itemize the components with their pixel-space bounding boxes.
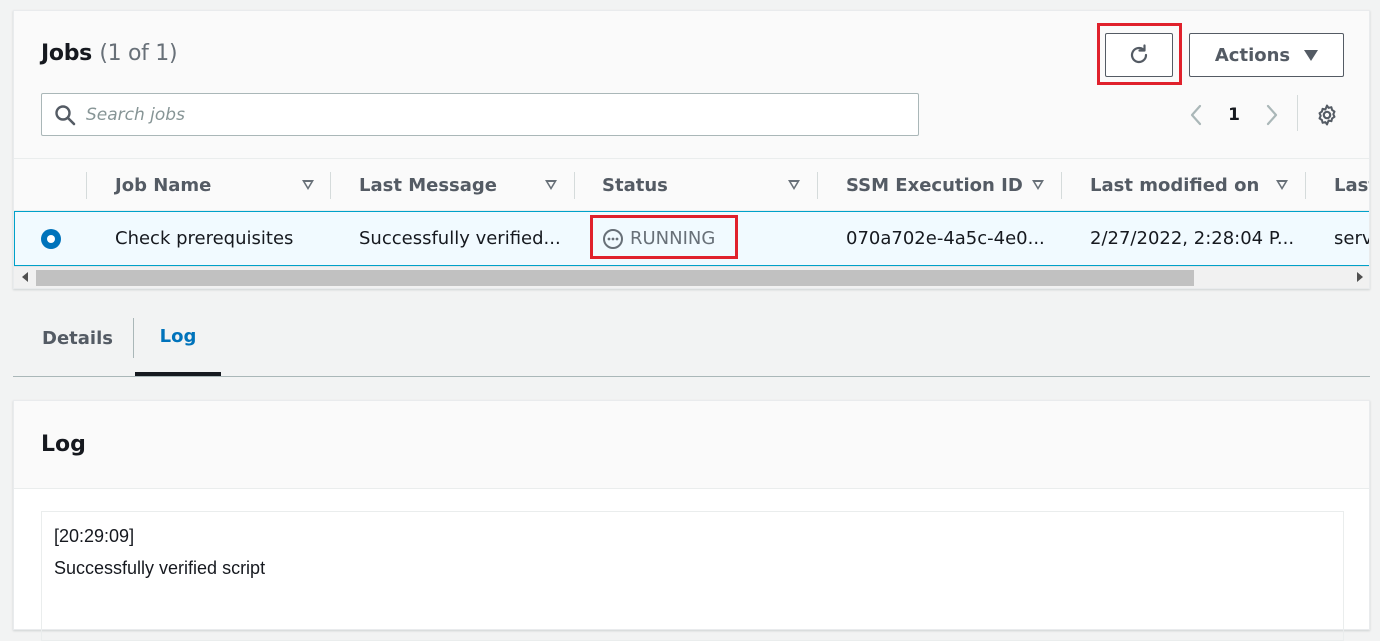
search-box[interactable] [41, 93, 919, 136]
column-header-label: Last modified on [1090, 175, 1260, 196]
tab-log[interactable]: Log [135, 300, 221, 376]
column-header-label: Job Name [115, 175, 212, 196]
gear-icon [1318, 104, 1336, 126]
jobs-panel: Jobs (1 of 1) Actions 1 [13, 10, 1370, 289]
column-separator [817, 172, 818, 199]
column-header-label: Status [602, 175, 668, 196]
column-header-label: Last Message [359, 175, 497, 196]
column-header-label: Last [1334, 175, 1369, 196]
sort-icon[interactable] [545, 180, 557, 190]
jobs-count: (1 of 1) [99, 41, 178, 66]
caret-down-icon [1304, 49, 1319, 61]
cell-ssm-execution-id: 070a702e-4a5c-4e0... [846, 228, 1045, 249]
column-separator [1305, 172, 1306, 199]
tabs: Details Log [13, 300, 1370, 377]
column-header-label: SSM Execution ID [846, 175, 1023, 196]
jobs-title-text: Jobs [41, 41, 92, 66]
horizontal-scrollbar[interactable] [14, 266, 1369, 288]
column-header-last[interactable]: Last [1334, 159, 1369, 212]
cell-status: RUNNING [602, 212, 812, 265]
actions-button[interactable]: Actions [1189, 33, 1344, 77]
table-header: Job Name Last Message Status SSM Executi… [14, 158, 1369, 212]
sort-icon[interactable] [1276, 180, 1288, 190]
column-header-status[interactable]: Status [602, 159, 818, 212]
cell-last-modified-on: 2/27/2022, 2:28:04 P... [1090, 228, 1295, 249]
row-select-radio[interactable] [41, 229, 61, 249]
log-line-message: Successfully verified script [54, 558, 266, 578]
column-header-last-message[interactable]: Last Message [359, 159, 575, 212]
column-separator [330, 172, 331, 199]
cell-last: serv [1334, 228, 1370, 249]
column-separator [1061, 172, 1062, 199]
jobs-title: Jobs (1 of 1) [41, 41, 178, 66]
sort-icon[interactable] [302, 180, 314, 190]
table-row[interactable]: Check prerequisites Successfully verifie… [14, 211, 1370, 266]
actions-label: Actions [1214, 44, 1291, 66]
refresh-icon [1130, 44, 1148, 64]
sort-icon[interactable] [788, 180, 800, 190]
log-title: Log [14, 401, 1369, 489]
column-header-ssm-execution-id[interactable]: SSM Execution ID [846, 159, 1062, 212]
scroll-left-arrow[interactable] [22, 272, 28, 282]
column-header-job-name[interactable]: Job Name [115, 159, 332, 212]
status-running-icon [603, 228, 623, 249]
log-content: [20:29:09] Successfully verified script [41, 511, 1344, 641]
chevron-left-icon [1190, 104, 1202, 126]
cell-last-message: Successfully verified... [359, 228, 561, 249]
tab-details[interactable]: Details [42, 300, 113, 376]
scroll-right-arrow[interactable] [1357, 272, 1363, 282]
pagination-prev-button[interactable] [1182, 99, 1210, 131]
pagination-divider [1297, 95, 1298, 131]
scroll-thumb[interactable] [36, 270, 1194, 286]
refresh-button[interactable] [1105, 33, 1173, 77]
column-separator [574, 172, 575, 199]
column-separator [86, 172, 87, 199]
search-input[interactable] [86, 104, 906, 125]
table-settings-button[interactable] [1311, 99, 1343, 131]
pagination-next-button[interactable] [1258, 99, 1286, 131]
log-line-timestamp: [20:29:09] [54, 526, 135, 546]
column-header-last-modified-on[interactable]: Last modified on [1090, 159, 1306, 212]
status-text: RUNNING [630, 228, 716, 249]
cell-job-name: Check prerequisites [115, 228, 294, 249]
pagination: 1 [1182, 99, 1286, 131]
pagination-page-number[interactable]: 1 [1210, 105, 1258, 125]
chevron-right-icon [1266, 104, 1278, 126]
sort-icon[interactable] [1032, 180, 1044, 190]
search-icon [55, 104, 76, 125]
tab-separator [133, 318, 134, 358]
log-panel: Log [20:29:09] Successfully verified scr… [13, 400, 1370, 641]
